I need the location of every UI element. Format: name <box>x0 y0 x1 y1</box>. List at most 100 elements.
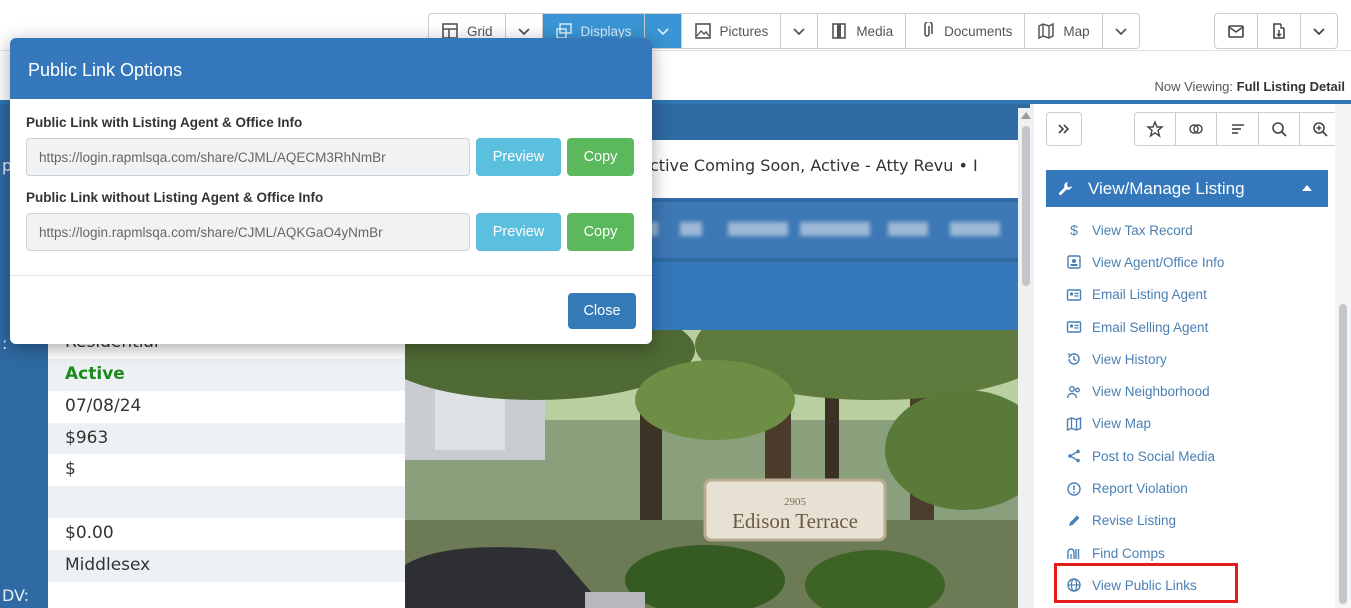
displays-label: Displays <box>580 23 632 39</box>
now-viewing-label: Now Viewing: <box>1154 79 1234 94</box>
pictures-button[interactable]: Pictures <box>682 14 782 48</box>
modal-footer: Close <box>10 275 652 344</box>
menu-report-violation[interactable]: Report Violation <box>1046 472 1328 504</box>
double-chevron-right-icon <box>1058 124 1070 134</box>
modal-header: Public Link Options <box>10 38 652 99</box>
comps-icon <box>1067 548 1080 560</box>
view-manage-listing-header[interactable]: View/Manage Listing <box>1046 170 1328 207</box>
menu-item-label: View Agent/Office Info <box>1092 254 1225 270</box>
media-button[interactable]: Media <box>818 14 907 48</box>
content-scrollbar[interactable] <box>1018 108 1034 608</box>
listing-photo[interactable]: 2905 Edison Terrace <box>405 330 1018 608</box>
favorite-button[interactable] <box>1135 113 1177 145</box>
scrollbar-thumb[interactable] <box>1022 126 1030 286</box>
copy-with-agent-button[interactable]: Copy <box>567 138 634 176</box>
link-without-agent-label: Public Link without Listing Agent & Offi… <box>26 190 324 205</box>
panel-scrollbar-thumb[interactable] <box>1339 304 1347 604</box>
menu-email-selling-agent[interactable]: Email Selling Agent <box>1046 311 1328 343</box>
export-file-icon <box>1273 23 1285 39</box>
panel-icon-buttons <box>1134 112 1341 146</box>
value-county: Middlesex <box>48 549 405 582</box>
now-viewing-value: Full Listing Detail <box>1236 79 1345 94</box>
zoom-in-icon <box>1313 122 1328 137</box>
menu-revise-listing[interactable]: Revise Listing <box>1046 505 1328 537</box>
manage-listing-menu: $ View Tax Record View Agent/Office Info … <box>1046 214 1328 602</box>
copy-without-agent-button[interactable]: Copy <box>567 213 634 251</box>
caret-up-icon <box>1302 185 1312 191</box>
value-empty <box>48 486 405 518</box>
export-dropdown[interactable] <box>1301 14 1337 48</box>
value-status: Active <box>48 359 405 391</box>
menu-view-history[interactable]: View History <box>1046 343 1328 375</box>
grid-label: Grid <box>467 23 493 39</box>
menu-item-label: View Tax Record <box>1092 222 1193 238</box>
search-icon <box>1271 122 1287 137</box>
id-badge-icon <box>1067 255 1081 270</box>
menu-item-label: Report Violation <box>1092 481 1188 497</box>
link-with-agent-field[interactable]: https://login.rapmlsqa.com/share/CJML/AQ… <box>26 138 470 176</box>
map-button[interactable]: Map <box>1025 14 1103 48</box>
menu-post-social-media[interactable]: Post to Social Media <box>1046 440 1328 472</box>
chevron-down-icon <box>793 28 805 36</box>
map-dropdown[interactable] <box>1103 14 1139 48</box>
map-icon <box>1038 22 1055 40</box>
menu-view-agent-office-info[interactable]: View Agent/Office Info <box>1046 246 1328 278</box>
people-icon <box>1066 385 1080 398</box>
listing-section-bar <box>650 262 1018 330</box>
wrench-icon <box>1058 181 1072 195</box>
menu-item-label: Email Listing Agent <box>1092 287 1207 303</box>
sort-lines-icon <box>1231 124 1244 134</box>
menu-view-neighborhood[interactable]: View Neighborhood <box>1046 375 1328 407</box>
listing-photo-image: 2905 Edison Terrace <box>405 330 1018 608</box>
email-button[interactable] <box>1215 14 1258 48</box>
field-label: DV: <box>2 586 30 605</box>
preview-without-agent-button[interactable]: Preview <box>476 213 561 251</box>
panel-scrollbar[interactable] <box>1335 104 1351 608</box>
watch-button[interactable] <box>1176 113 1218 145</box>
close-button[interactable]: Close <box>568 293 636 329</box>
film-icon <box>832 23 847 39</box>
menu-view-tax-record[interactable]: $ View Tax Record <box>1046 214 1328 246</box>
media-label: Media <box>856 23 894 39</box>
eye-link-icon <box>1189 124 1203 134</box>
alert-circle-icon <box>1067 481 1081 496</box>
sort-button[interactable] <box>1217 113 1259 145</box>
export-button[interactable] <box>1258 14 1301 48</box>
map-label: Map <box>1063 23 1090 39</box>
link-without-agent-row: https://login.rapmlsqa.com/share/CJML/AQ… <box>26 213 636 251</box>
value-amount: $ <box>65 459 76 480</box>
link-without-agent-field[interactable]: https://login.rapmlsqa.com/share/CJML/AQ… <box>26 213 470 251</box>
chevron-down-icon <box>656 28 669 36</box>
envelope-icon <box>1228 25 1244 38</box>
menu-email-listing-agent[interactable]: Email Listing Agent <box>1046 279 1328 311</box>
listing-status-line: ctive Coming Soon, Active - Atty Revu • … <box>650 140 1018 198</box>
pictures-dropdown[interactable] <box>781 14 819 48</box>
link-with-agent-row: https://login.rapmlsqa.com/share/CJML/AQ… <box>26 138 636 176</box>
zoom-button[interactable] <box>1300 113 1340 145</box>
pencil-icon <box>1069 515 1080 526</box>
search-button[interactable] <box>1259 113 1300 145</box>
preview-with-agent-button[interactable]: Preview <box>476 138 561 176</box>
value-price: $963 <box>48 422 405 455</box>
paperclip-icon <box>924 22 933 37</box>
dollar-icon: $ <box>1070 222 1078 239</box>
link-with-agent-label: Public Link with Listing Agent & Office … <box>26 115 303 130</box>
value-zero: $0.00 <box>65 522 114 543</box>
action-buttons <box>1214 13 1338 49</box>
map-icon <box>1066 416 1082 431</box>
menu-item-label: Revise Listing <box>1092 513 1177 529</box>
documents-button[interactable]: Documents <box>906 14 1026 48</box>
modal-title: Public Link Options <box>28 60 183 80</box>
status-line-text: ctive Coming Soon, Active - Atty Revu • … <box>650 156 978 175</box>
right-panel: View/Manage Listing $ View Tax Record Vie… <box>1034 104 1351 608</box>
menu-view-map[interactable]: View Map <box>1046 408 1328 440</box>
sign-number: 2905 <box>784 496 807 508</box>
contact-card-icon <box>1066 289 1082 301</box>
pictures-label: Pictures <box>719 23 769 39</box>
chevron-down-icon <box>1313 28 1325 36</box>
chevron-down-icon <box>1115 28 1127 36</box>
menu-item-label: Find Comps <box>1092 545 1165 561</box>
field-label: : <box>2 334 8 353</box>
collapse-panel-button[interactable] <box>1046 112 1082 146</box>
star-icon <box>1146 120 1164 138</box>
